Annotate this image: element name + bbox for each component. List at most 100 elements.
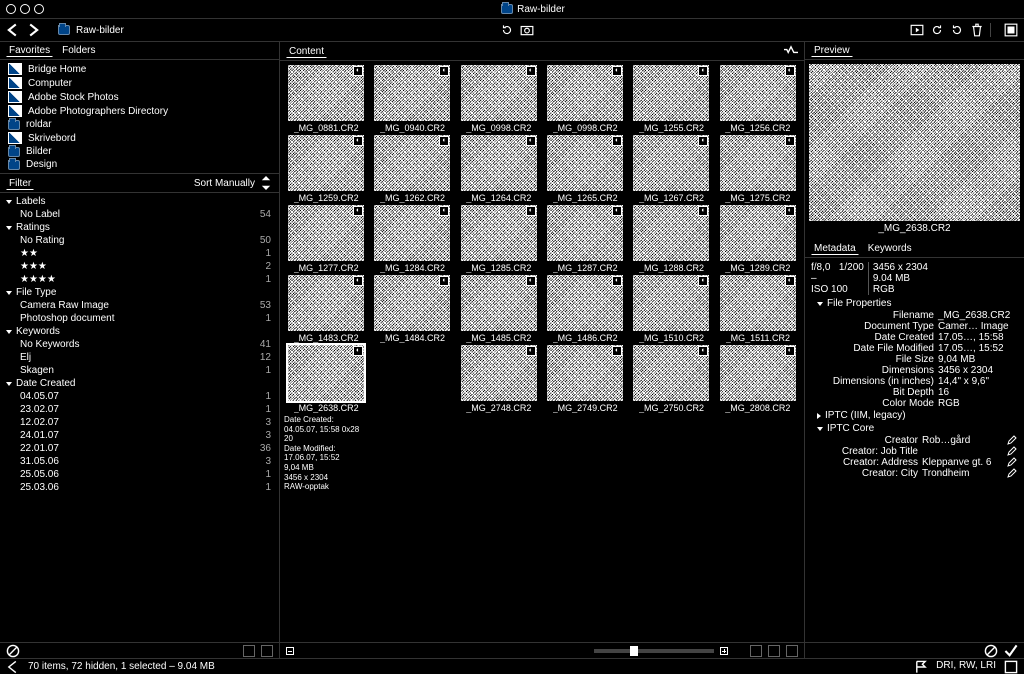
thumbnail-cell[interactable]: ◐_MG_1486.CR2	[543, 275, 627, 343]
thumbnail-cell[interactable]: ◐_MG_0881.CR2	[284, 65, 368, 133]
window-controls[interactable]	[6, 4, 44, 14]
sort-direction-icon[interactable]	[259, 176, 273, 190]
new-folder-button[interactable]	[243, 645, 255, 657]
thumbnail-cell[interactable]: ◐_MG_1256.CR2	[716, 65, 800, 133]
iptc-core-header[interactable]: IPTC Core	[811, 422, 1018, 435]
thumbnail-cell[interactable]: ◐_MG_0998.CR2	[543, 65, 627, 133]
filter-row[interactable]: 22.01.0736	[0, 442, 279, 455]
thumbnail-cell[interactable]: ◐_MG_1484.CR2	[370, 275, 454, 343]
thumbnail-cell[interactable]: ◐_MG_1284.CR2	[370, 205, 454, 273]
thumbnail-cell[interactable]: ◐_MG_0940.CR2	[370, 65, 454, 133]
thumbnail-cell[interactable]: ◐_MG_1259.CR2	[284, 135, 368, 203]
thumbnail-cell[interactable]: ◐_MG_2638.CR2Date Created: 04.05.07, 15:…	[284, 345, 368, 492]
iptc-row[interactable]: Creator: AddressKleppanve gt. 6	[811, 457, 1018, 468]
rotate-ccw-button[interactable]	[500, 23, 514, 37]
filter-row[interactable]: ★★1	[0, 247, 279, 260]
status-expand-icon[interactable]	[1004, 660, 1018, 674]
thumbnail-cell[interactable]: ◐_MG_1510.CR2	[629, 275, 713, 343]
filter-row[interactable]: ★★★2	[0, 260, 279, 273]
fav-design[interactable]: Design	[0, 158, 279, 171]
thumbnail-cell[interactable]: ◐_MG_1288.CR2	[629, 205, 713, 273]
filter-cat-keywords[interactable]: Keywords	[0, 325, 279, 338]
iptc-row[interactable]: Creator: CityTrondheim	[811, 468, 1018, 479]
thumbnail-cell[interactable]: ◐_MG_1485.CR2	[457, 275, 541, 343]
filter-row[interactable]: 23.02.071	[0, 403, 279, 416]
camera-raw-button[interactable]	[520, 23, 534, 37]
zoom-icon[interactable]	[34, 4, 44, 14]
edit-icon[interactable]	[1006, 435, 1018, 445]
thumbnail-cell[interactable]: ◐_MG_1285.CR2	[457, 205, 541, 273]
thumbnail-cell[interactable]: ◐_MG_0998.CR2	[457, 65, 541, 133]
content-menu-icon[interactable]	[784, 44, 798, 58]
trash-filter-button[interactable]	[261, 645, 273, 657]
filter-row[interactable]: 04.05.071	[0, 390, 279, 403]
filter-row[interactable]: ★★★★1	[0, 273, 279, 286]
preview-image[interactable]	[809, 64, 1020, 221]
fav-computer[interactable]: Computer	[0, 76, 279, 90]
fav-roldar[interactable]: roldar	[0, 118, 279, 131]
thumb-size-slider[interactable]	[594, 649, 714, 653]
fav-photographers-directory[interactable]: Adobe Photographers Directory	[0, 104, 279, 118]
iptc-row[interactable]: Creator: Job Title	[811, 446, 1018, 457]
thumbnail-cell[interactable]: ◐_MG_1275.CR2	[716, 135, 800, 203]
thumbnail-cell[interactable]: ◐_MG_1277.CR2	[284, 205, 368, 273]
thumb-larger-button[interactable]	[720, 647, 728, 655]
filter-row[interactable]: No Label54	[0, 208, 279, 221]
tab-preview[interactable]: Preview	[811, 44, 853, 57]
thumbnail-cell[interactable]: ◐_MG_1287.CR2	[543, 205, 627, 273]
filter-row[interactable]: Photoshop document1	[0, 312, 279, 325]
filter-row[interactable]: 25.05.061	[0, 468, 279, 481]
metadata-apply-button[interactable]	[1004, 644, 1018, 658]
filter-cat-date-created[interactable]: Date Created	[0, 377, 279, 390]
thumbnail-cell[interactable]: ◐_MG_2748.CR2	[457, 345, 541, 492]
slideshow-button[interactable]	[910, 23, 924, 37]
cancel-filter-button[interactable]	[6, 644, 20, 658]
compact-mode-button[interactable]	[1004, 23, 1018, 37]
edit-icon[interactable]	[1006, 446, 1018, 456]
thumbnail-cell[interactable]: ◐_MG_1289.CR2	[716, 205, 800, 273]
tab-metadata[interactable]: Metadata	[811, 242, 859, 255]
path-label[interactable]: Raw-bilder	[76, 25, 124, 36]
thumbnail-cell[interactable]: ◐_MG_1511.CR2	[716, 275, 800, 343]
filter-row[interactable]: 12.02.073	[0, 416, 279, 429]
thumbnail-cell[interactable]: ◐_MG_2808.CR2	[716, 345, 800, 492]
filter-row[interactable]: 25.03.061	[0, 481, 279, 494]
view-details-button[interactable]	[786, 645, 798, 657]
filter-row[interactable]: No Keywords41	[0, 338, 279, 351]
filter-row[interactable]: Camera Raw Image53	[0, 299, 279, 312]
filter-row[interactable]: Elj12	[0, 351, 279, 364]
thumbnail-cell[interactable]: ◐_MG_1267.CR2	[629, 135, 713, 203]
filter-cat-labels[interactable]: Labels	[0, 195, 279, 208]
metadata-cancel-button[interactable]	[984, 644, 998, 658]
status-flag-icon[interactable]	[914, 660, 928, 674]
iptc-legacy-header[interactable]: IPTC (IIM, legacy)	[811, 409, 1018, 422]
status-back-icon[interactable]	[6, 660, 20, 674]
tab-content[interactable]: Content	[286, 45, 327, 58]
fav-stock-photos[interactable]: Adobe Stock Photos	[0, 90, 279, 104]
thumbnail-cell[interactable]: ◐_MG_1265.CR2	[543, 135, 627, 203]
thumbnail-cell[interactable]: ◐_MG_1483.CR2	[284, 275, 368, 343]
edit-icon[interactable]	[1006, 468, 1018, 478]
thumbnail-cell[interactable]: ◐_MG_2750.CR2	[629, 345, 713, 492]
iptc-row[interactable]: CreatorRob…gård	[811, 435, 1018, 446]
tab-filter[interactable]: Filter	[6, 177, 34, 190]
sort-label[interactable]: Sort Manually	[194, 178, 255, 189]
fav-desktop[interactable]: Skrivebord	[0, 131, 279, 145]
thumbnail-cell[interactable]: ◐_MG_1264.CR2	[457, 135, 541, 203]
minimize-icon[interactable]	[20, 4, 30, 14]
view-grid-button[interactable]	[750, 645, 762, 657]
thumbnail-cell[interactable]: ◐_MG_2749.CR2	[543, 345, 627, 492]
trash-button[interactable]	[970, 23, 984, 37]
file-properties-header[interactable]: File Properties	[811, 297, 1018, 310]
back-button[interactable]	[6, 23, 20, 37]
view-film-button[interactable]	[768, 645, 780, 657]
rotate-left-button[interactable]	[930, 23, 944, 37]
path-folder-icon[interactable]	[58, 25, 70, 35]
filter-row[interactable]: 31.05.063	[0, 455, 279, 468]
filter-cat-ratings[interactable]: Ratings	[0, 221, 279, 234]
rotate-right-button[interactable]	[950, 23, 964, 37]
thumbnail-cell[interactable]: ◐_MG_1255.CR2	[629, 65, 713, 133]
close-icon[interactable]	[6, 4, 16, 14]
tab-favorites[interactable]: Favorites	[6, 44, 53, 57]
thumbnail-grid[interactable]: ◐_MG_0881.CR2◐_MG_0940.CR2◐_MG_0998.CR2◐…	[280, 61, 804, 642]
